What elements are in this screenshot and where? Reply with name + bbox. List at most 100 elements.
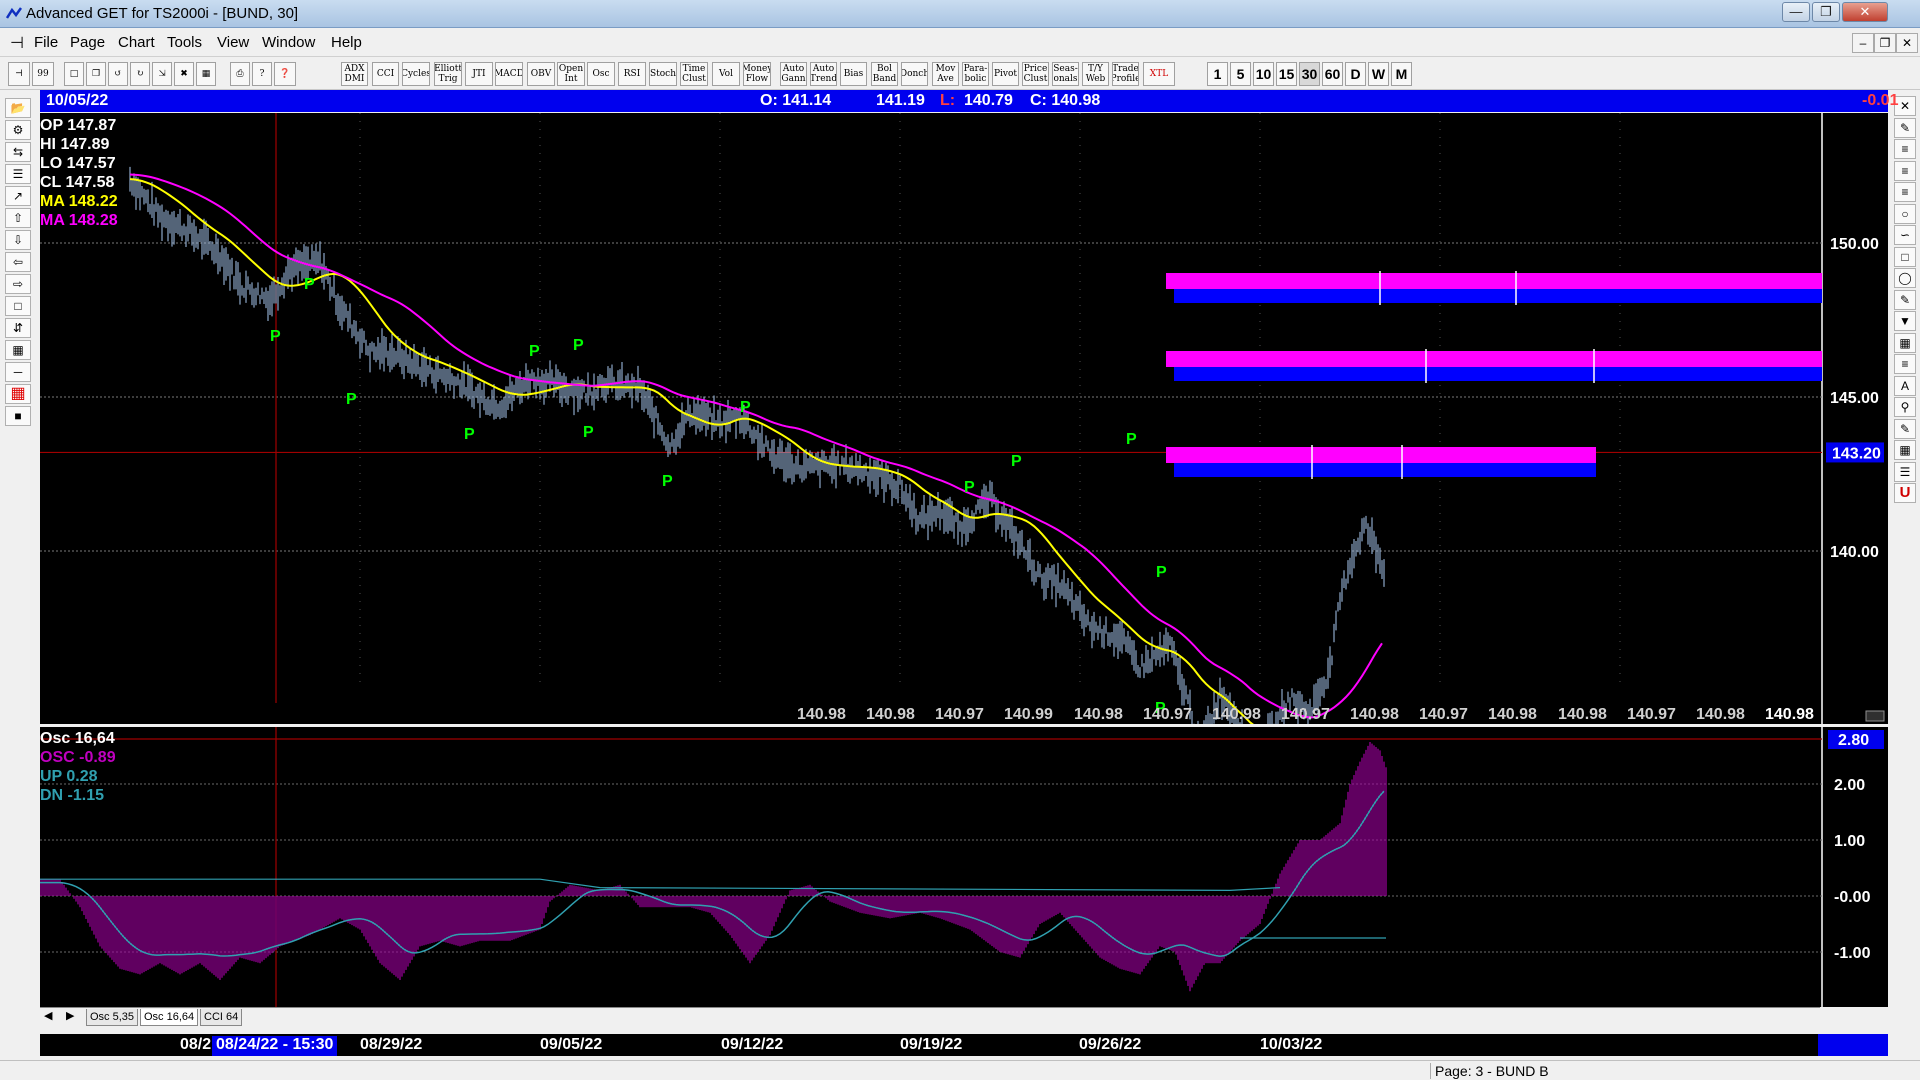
tool-quote-icon[interactable]: 99 xyxy=(32,62,54,86)
right-tool-mob-icon[interactable]: ≡ xyxy=(1894,354,1916,374)
interval-button[interactable]: 30 xyxy=(1299,62,1320,86)
expand-icon[interactable]: ⇲ xyxy=(152,62,172,86)
study-button[interactable]: Auto Gann xyxy=(780,62,807,86)
app-menu-icon[interactable]: ⊣ xyxy=(10,33,24,53)
forward-icon[interactable]: ↻ xyxy=(130,62,150,86)
right-tool-zoom-icon[interactable]: ⚲ xyxy=(1894,397,1916,417)
help-icon[interactable]: ❓ xyxy=(274,62,296,86)
left-tool-grid-icon[interactable]: □ xyxy=(5,296,31,316)
new-page-icon[interactable]: □ xyxy=(64,62,84,86)
study-button[interactable]: Auto Trend xyxy=(810,62,837,86)
menu-window[interactable]: Window xyxy=(262,34,315,51)
tab-osc-16-64[interactable]: Osc 16,64 xyxy=(140,1009,199,1026)
study-button[interactable]: Money Flow xyxy=(743,62,771,86)
left-tool-cross-icon[interactable]: ▦ xyxy=(5,384,31,404)
study-button[interactable]: ADX DMI xyxy=(341,62,368,86)
menu-file[interactable]: File xyxy=(34,34,58,51)
info-icon[interactable]: ? xyxy=(252,62,272,86)
menu-page[interactable]: Page xyxy=(70,34,105,51)
left-tool-elliott-icon[interactable]: ☰ xyxy=(5,164,31,184)
right-tool-box-icon[interactable]: □ xyxy=(1894,246,1916,267)
study-button[interactable]: Seas- onals xyxy=(1052,62,1079,86)
grid-icon[interactable]: ▦ xyxy=(196,62,216,86)
maximize-button[interactable]: ❐ xyxy=(1812,2,1840,22)
menu-tools[interactable]: Tools xyxy=(167,34,202,51)
menu-view[interactable]: View xyxy=(217,34,249,51)
right-tool-fan-icon[interactable]: ∽ xyxy=(1894,225,1916,245)
study-button[interactable]: MACD xyxy=(495,62,523,86)
chart-corner-icon[interactable] xyxy=(1865,710,1885,722)
interval-button[interactable]: D xyxy=(1345,62,1366,86)
right-tool-circle-icon[interactable]: ○ xyxy=(1894,203,1916,224)
study-button[interactable]: T/Y Web xyxy=(1082,62,1109,86)
print-icon[interactable]: ⎙ xyxy=(230,62,250,86)
price-chart[interactable]: 150.00 145.00 140.00 143.20 P P P P P P P P P P P P P P 14… xyxy=(40,113,1888,724)
interval-button[interactable]: W xyxy=(1368,62,1389,86)
interval-button[interactable]: 10 xyxy=(1253,62,1274,86)
study-button[interactable]: Para- bolic xyxy=(962,62,989,86)
right-tool-pen-icon[interactable]: ✎ xyxy=(1894,117,1916,138)
interval-button[interactable]: 1 xyxy=(1207,62,1228,86)
right-tool-list-icon[interactable]: ☰ xyxy=(1894,461,1916,482)
tab-scroll-left-icon[interactable]: ◀ xyxy=(44,1009,52,1022)
study-button[interactable]: OBV xyxy=(527,62,555,86)
oscillator-chart[interactable]: 2.00 1.00 -0.00 -1.00 2.80 Osc 16,64 OSC -0.… xyxy=(40,727,1888,1007)
left-tool-print-icon[interactable]: ■ xyxy=(5,406,31,426)
left-tool-study-icon[interactable]: ⇆ xyxy=(5,142,31,162)
study-button[interactable]: Mov Ave xyxy=(932,62,959,86)
back-icon[interactable]: ↺ xyxy=(108,62,128,86)
left-tool-fib-icon[interactable]: ─ xyxy=(5,362,31,382)
right-tool-paint-icon[interactable]: ✎ xyxy=(1894,418,1916,439)
study-button[interactable]: Osc xyxy=(587,62,615,86)
study-button[interactable]: Bias xyxy=(840,62,867,86)
study-button[interactable]: Elliott Trig xyxy=(434,62,462,86)
menu-help[interactable]: Help xyxy=(331,34,362,51)
study-button[interactable]: Donch xyxy=(901,62,928,86)
mdi-close-button[interactable]: ✕ xyxy=(1896,33,1918,53)
copy-icon[interactable]: ❐ xyxy=(86,62,106,86)
mdi-minimize-button[interactable]: – xyxy=(1852,33,1874,53)
study-button[interactable]: JTI xyxy=(465,62,493,86)
study-button[interactable]: Trade Profile xyxy=(1112,62,1139,86)
study-button[interactable]: RSI xyxy=(618,62,646,86)
interval-button[interactable]: M xyxy=(1391,62,1412,86)
minimize-button[interactable]: — xyxy=(1782,2,1810,22)
right-tool-ellips-icon[interactable]: ◯ xyxy=(1894,268,1916,288)
left-tool-fib-icon[interactable]: ⇨ xyxy=(5,274,31,294)
left-tool-lines-icon[interactable]: ⇵ xyxy=(5,318,31,338)
right-tool-grid-icon[interactable]: ▦ xyxy=(1894,332,1916,353)
mdi-restore-button[interactable]: ❐ xyxy=(1874,33,1896,53)
menu-chart[interactable]: Chart xyxy=(118,34,155,51)
tool-arrow-icon[interactable]: ⊣ xyxy=(8,62,30,86)
tab-cci-64[interactable]: CCI 64 xyxy=(200,1009,243,1026)
left-tool-down-icon[interactable]: ⇧ xyxy=(5,208,31,228)
study-button[interactable]: Vol xyxy=(712,62,740,86)
study-button[interactable]: Bol Band xyxy=(871,62,898,86)
tab-scroll-right-icon[interactable]: ▶ xyxy=(66,1009,74,1022)
tab-osc-5-35[interactable]: Osc 5,35 xyxy=(86,1009,139,1026)
interval-button[interactable]: 15 xyxy=(1276,62,1297,86)
study-button[interactable]: Open Int xyxy=(557,62,585,86)
right-tool-calc-icon[interactable]: ▦ xyxy=(1894,440,1916,460)
study-button[interactable]: Pivot xyxy=(992,62,1019,86)
right-tool-u-icon[interactable]: U xyxy=(1894,483,1916,503)
right-tool-a-icon[interactable]: A xyxy=(1894,375,1916,396)
left-tool-reset-icon[interactable]: ⚙ xyxy=(5,120,31,140)
study-button[interactable]: Stoch xyxy=(649,62,677,86)
study-button[interactable]: XTL xyxy=(1143,62,1175,86)
right-tool-fib-time-icon[interactable]: ≡ xyxy=(1894,182,1916,202)
study-button[interactable]: Cycles xyxy=(402,62,430,86)
interval-button[interactable]: 60 xyxy=(1322,62,1343,86)
left-tool-open-icon[interactable]: 📂 xyxy=(5,98,31,118)
left-tool-left-icon[interactable]: ⇩ xyxy=(5,230,31,250)
study-button[interactable]: Price Clust xyxy=(1022,62,1049,86)
right-tool-pti-icon[interactable]: ▼ xyxy=(1894,311,1916,331)
interval-button[interactable]: 5 xyxy=(1230,62,1251,86)
right-tool-fib-ext-icon[interactable]: ≡ xyxy=(1894,160,1916,181)
left-tool-up-icon[interactable]: ↗ xyxy=(5,186,31,206)
left-tool-right-icon[interactable]: ⇦ xyxy=(5,252,31,272)
right-tool-fib-ret-icon[interactable]: ≡ xyxy=(1894,139,1916,159)
left-tool-gann-icon[interactable]: ▦ xyxy=(5,340,31,360)
right-tool-tool-icon[interactable]: ✎ xyxy=(1894,289,1916,310)
study-button[interactable]: CCI xyxy=(372,62,399,86)
